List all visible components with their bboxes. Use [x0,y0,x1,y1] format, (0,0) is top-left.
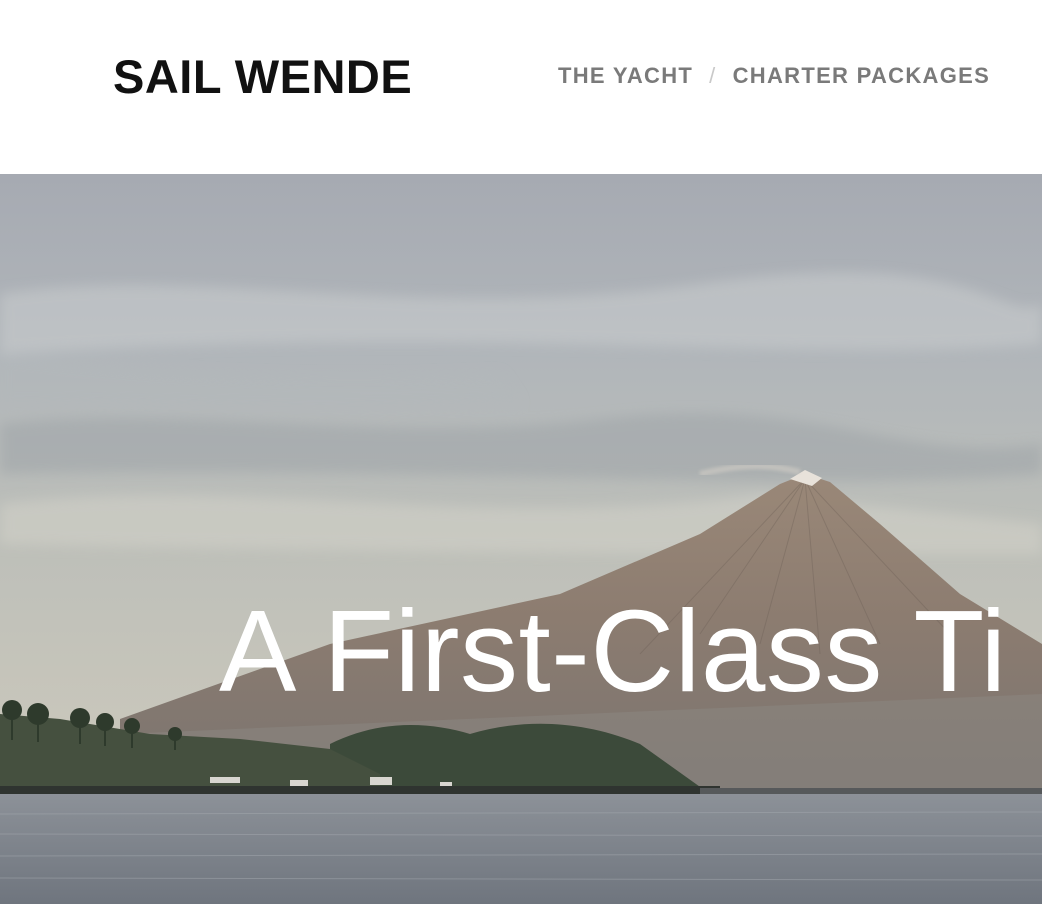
nav-link-charter-packages[interactable]: CHARTER PACKAGES [733,63,991,89]
hero-banner: A First-Class Ti [0,174,1042,904]
main-nav: THE YACHT / CHARTER PACKAGES [558,63,990,89]
site-header: SAIL WENDE THE YACHT / CHARTER PACKAGES [0,0,1042,174]
hero-background-image [0,174,1042,904]
nav-link-the-yacht[interactable]: THE YACHT [558,63,693,89]
site-logo[interactable]: SAIL WENDE [113,49,412,104]
hero-title: A First-Class Ti [219,586,1007,716]
nav-separator: / [709,63,717,88]
